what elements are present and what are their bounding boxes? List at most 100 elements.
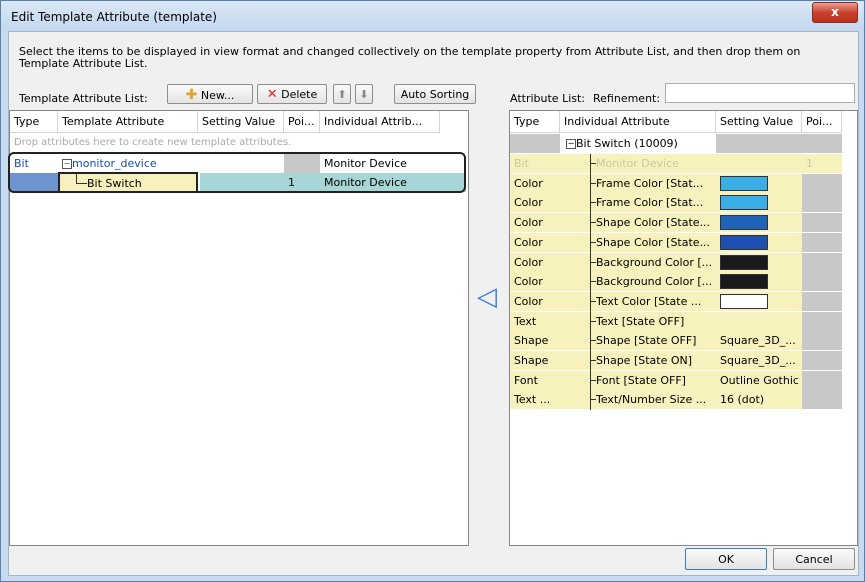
row-attribute-label: Text Color [State ... (596, 294, 702, 308)
list-item[interactable]: Bit Monitor Device 1 (510, 154, 842, 174)
list-item[interactable]: Color Text Color [State ... (510, 291, 842, 312)
row-individual-attribute: Background Color [... (560, 252, 716, 272)
row-point (802, 272, 842, 292)
add-icon: ✚ (185, 87, 198, 103)
row-attribute-label: Text/Number Size ... (596, 393, 707, 407)
root-value-cell (716, 134, 802, 153)
template-attribute-list-label: Template Attribute List: (19, 92, 148, 105)
row-type: Color (510, 232, 560, 252)
row-type: Color (510, 252, 560, 272)
list-item[interactable]: Text Text [State OFF] (510, 311, 842, 332)
color-swatch[interactable] (720, 195, 768, 211)
color-swatch[interactable] (720, 234, 768, 250)
color-swatch[interactable] (720, 293, 768, 309)
attribute-list-label: Attribute List: (510, 92, 586, 105)
row-setting-value (716, 291, 802, 311)
row-point (802, 390, 842, 410)
cancel-button[interactable]: Cancel (773, 548, 855, 570)
row-attribute-label: Shape [State OFF] (596, 334, 697, 348)
column-header-type[interactable]: Type (510, 111, 560, 133)
list-item[interactable]: Color Frame Color [Stat... (510, 173, 842, 194)
delete-button[interactable]: ✕ Delete (257, 84, 327, 104)
list-item[interactable]: Color Shape Color [State... (510, 213, 842, 233)
column-header-point[interactable]: Poi... (802, 111, 842, 133)
list-item[interactable]: Shape Shape [State OFF] Square_3D_... (510, 331, 842, 351)
row-type: Color (510, 272, 560, 292)
delete-button-label: Delete (281, 88, 318, 101)
column-header-individual-attribute[interactable]: Individual Attribute (560, 111, 716, 133)
window-title: Edit Template Attribute (template) (11, 10, 217, 24)
tree-branch (591, 340, 596, 342)
column-header-point[interactable]: Poi... (284, 111, 320, 133)
row-attribute-label: Frame Color [Stat... (596, 196, 704, 210)
attribute-list-grid[interactable]: Type Individual Attribute Setting Value … (509, 110, 858, 546)
ok-button[interactable]: OK (685, 548, 767, 570)
row-attribute-label: Frame Color [Stat... (596, 176, 704, 190)
row-attribute-label: Shape [State ON] (596, 354, 693, 367)
row-setting-value: Square_3D_... (716, 331, 802, 351)
tree-branch (591, 163, 596, 164)
tree-branch (591, 281, 596, 283)
root-type-cell (510, 134, 560, 153)
row-attribute-label: Shape Color [State... (596, 235, 711, 249)
row-setting-value: Square_3D_... (716, 351, 802, 370)
row-individual-attribute: Frame Color [Stat... (560, 193, 716, 213)
arrow-down-icon: ⬇ (359, 88, 369, 101)
move-up-button[interactable]: ⬆ (333, 84, 351, 104)
list-item[interactable]: Color Background Color [... (510, 252, 842, 273)
list-item[interactable]: Color Background Color [... (510, 272, 842, 292)
auto-sorting-button[interactable]: Auto Sorting (394, 84, 476, 104)
move-down-button[interactable]: ⬇ (355, 84, 373, 104)
row-point: 1 (802, 154, 842, 173)
tree-branch (591, 300, 596, 302)
row-type: Text (510, 311, 560, 331)
color-swatch[interactable] (720, 254, 768, 270)
tree-branch (591, 202, 596, 204)
row-type: Shape (510, 331, 560, 351)
row-attribute-label: Background Color [... (596, 255, 713, 269)
row-point (802, 331, 842, 351)
list-item[interactable]: Text ... Text/Number Size ... 16 (dot) (510, 390, 842, 410)
tree-branch (591, 360, 596, 361)
list-item[interactable]: Color Frame Color [Stat... (510, 193, 842, 213)
close-button[interactable]: x (812, 2, 858, 23)
row-individual-attribute: Monitor Device (560, 154, 716, 173)
color-swatch[interactable] (720, 175, 768, 191)
column-header-template-attribute[interactable]: Template Attribute (58, 111, 198, 133)
color-swatch[interactable] (720, 274, 768, 290)
column-header-individual-attribute[interactable]: Individual Attrib... (320, 111, 440, 133)
drop-arrow-icon: ◁ (477, 282, 497, 312)
new-button[interactable]: ✚ New... (167, 84, 253, 104)
tree-branch (591, 182, 596, 184)
column-header-type[interactable]: Type (10, 111, 58, 133)
list-item[interactable]: Shape Shape [State ON] Square_3D_... (510, 351, 842, 371)
template-attribute-grid[interactable]: Type Template Attribute Setting Value Po… (8, 110, 469, 546)
row-individual-attribute: Text [State OFF] (560, 311, 716, 331)
row-point (802, 232, 842, 252)
tree-branch (591, 320, 596, 322)
row-point (802, 173, 842, 193)
row-attribute-label: Shape Color [State... (596, 216, 711, 230)
row-type: Text ... (510, 390, 560, 410)
color-swatch[interactable] (720, 215, 768, 231)
row-setting-value (716, 173, 802, 193)
tree-branch (591, 399, 596, 401)
row-point (802, 252, 842, 272)
column-header-setting-value[interactable]: Setting Value (716, 111, 802, 133)
column-header-setting-value[interactable]: Setting Value (198, 111, 284, 133)
row-type: Font (510, 370, 560, 390)
row-setting-value (716, 154, 802, 173)
tree-branch (591, 379, 596, 381)
dialog-window: Edit Template Attribute (template) x Sel… (0, 0, 865, 582)
row-type: Color (510, 213, 560, 233)
row-point (802, 213, 842, 233)
root-row[interactable]: − Bit Switch (10009) (510, 134, 842, 154)
row-individual-attribute: Shape [State OFF] (560, 331, 716, 351)
list-item[interactable]: Font Font [State OFF] Outline Gothic (510, 370, 842, 391)
row-individual-attribute: Background Color [... (560, 272, 716, 292)
row-type: Color (510, 291, 560, 311)
root-label: Bit Switch (10009) (576, 137, 678, 150)
list-item[interactable]: Color Shape Color [State... (510, 232, 842, 253)
refinement-input[interactable] (665, 83, 855, 103)
row-individual-attribute: Text/Number Size ... (560, 390, 716, 410)
